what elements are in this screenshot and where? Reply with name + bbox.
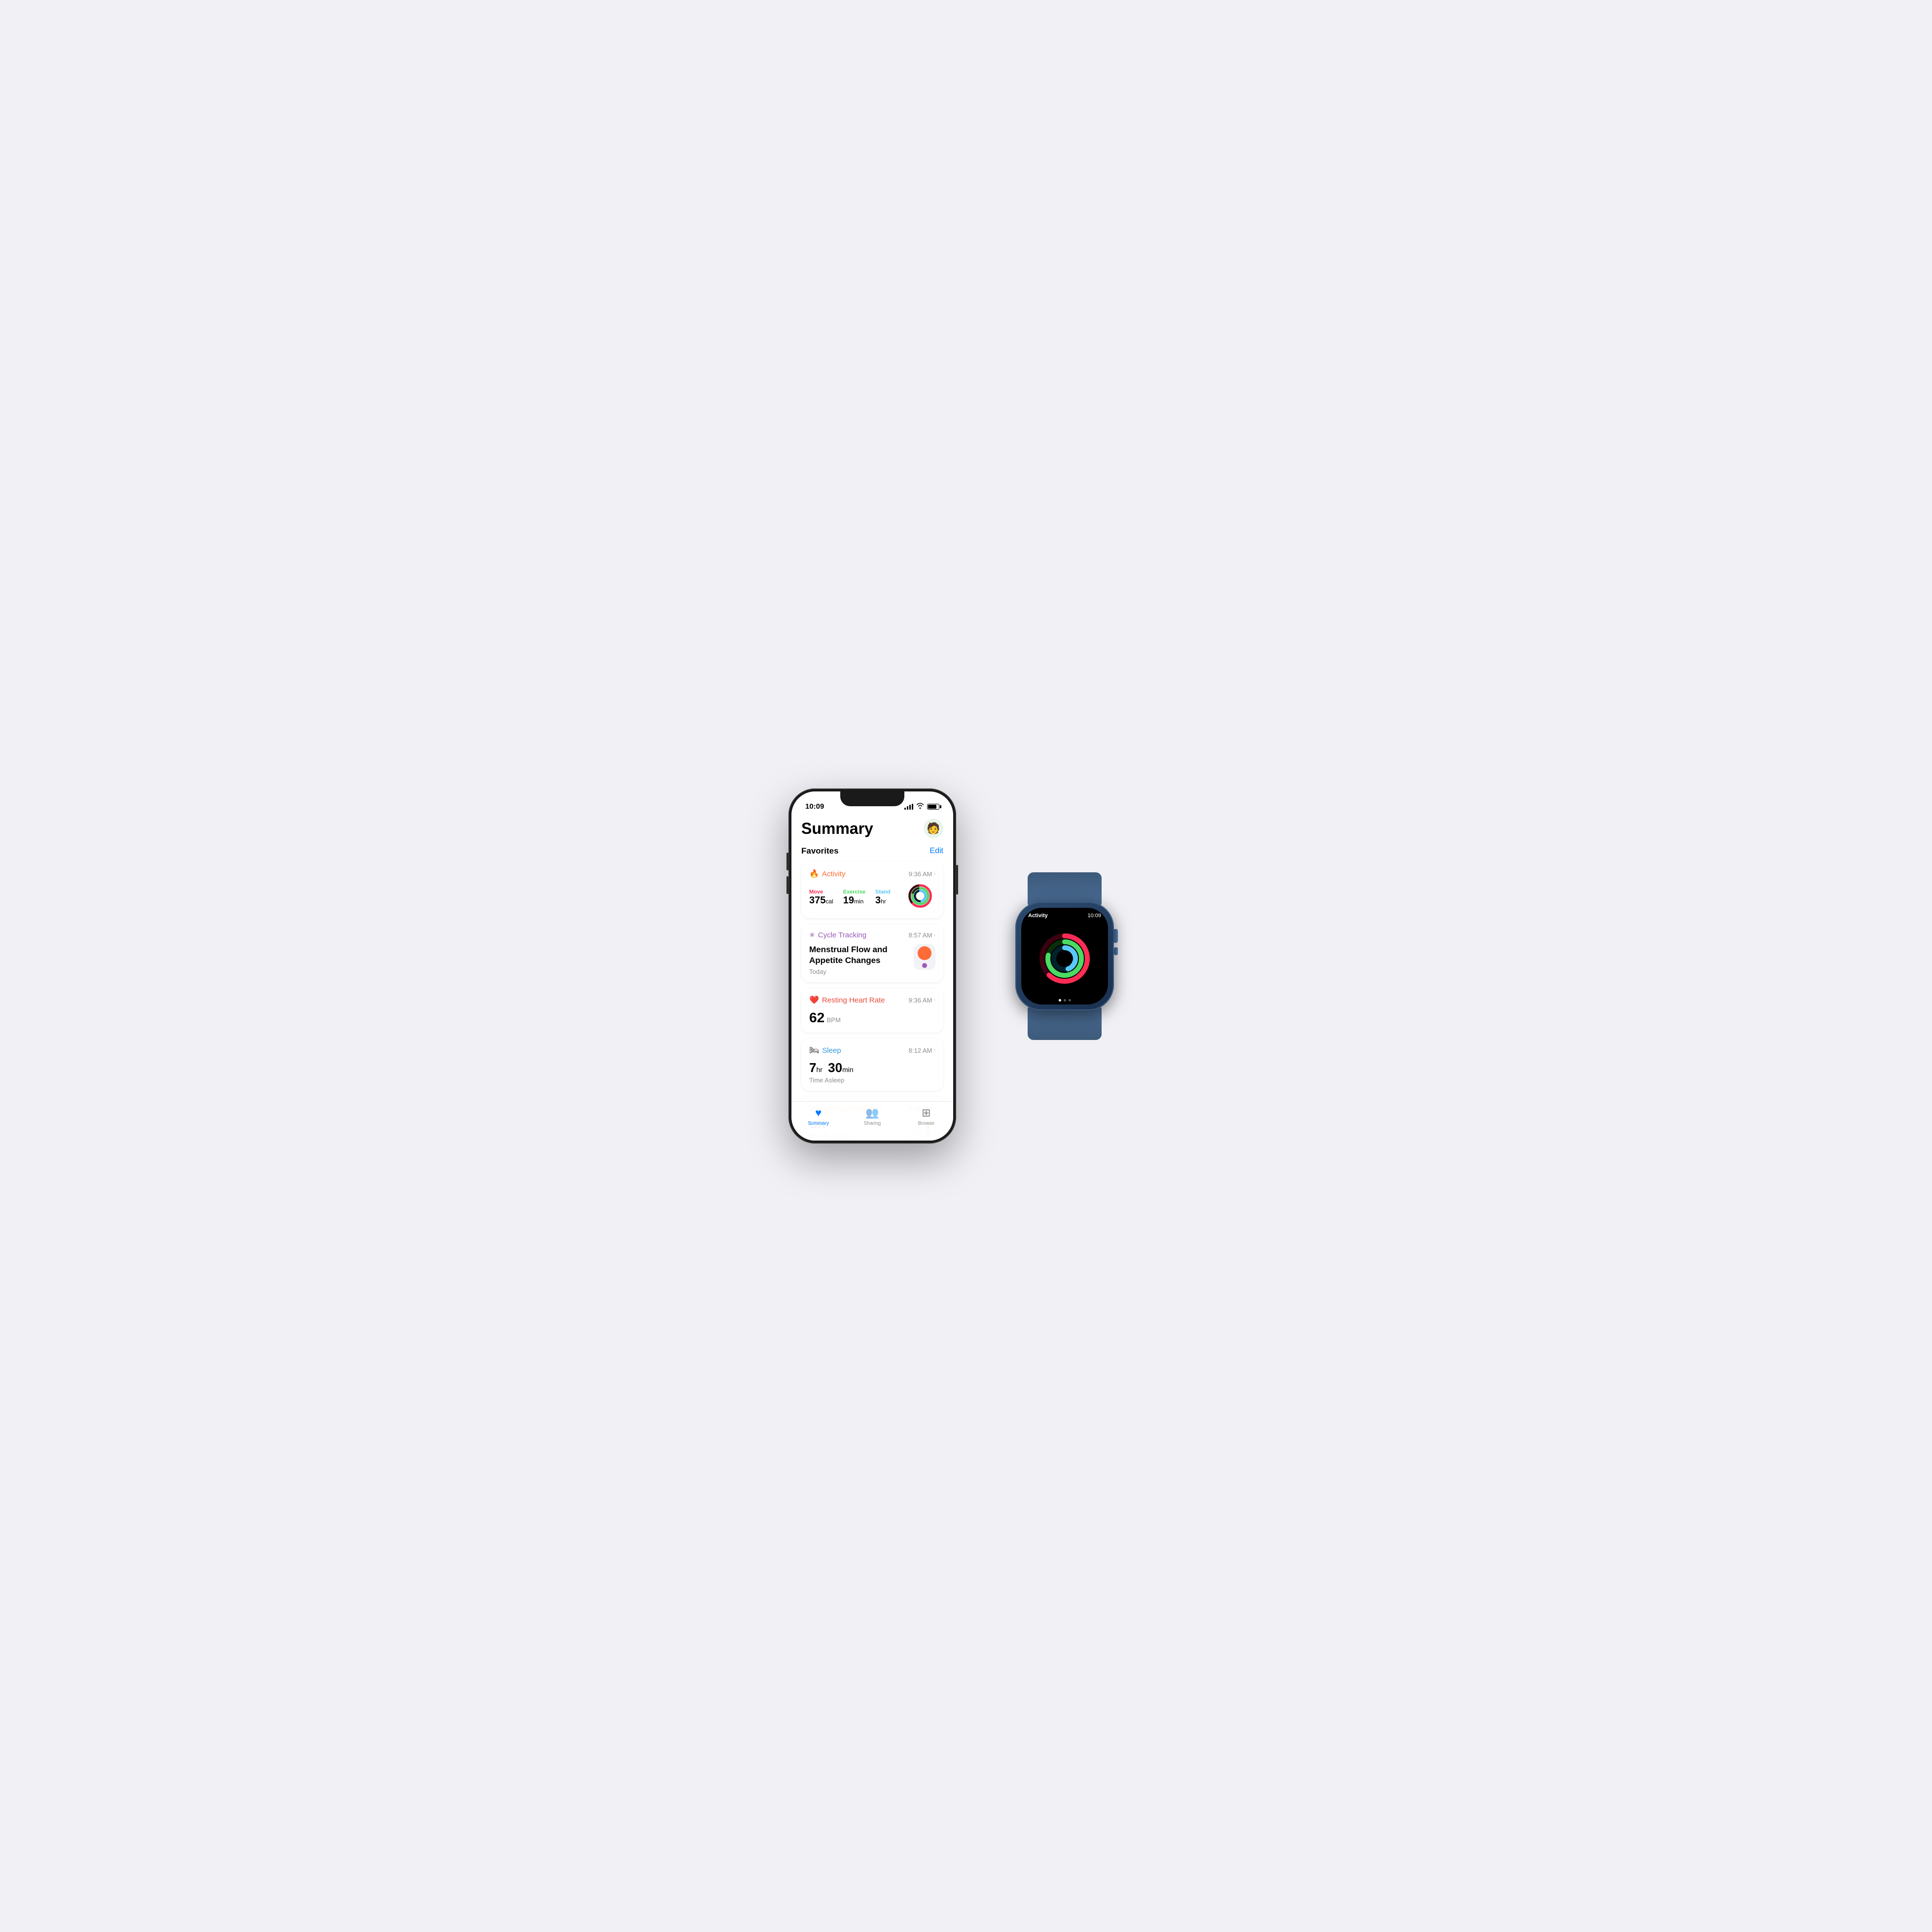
power-button[interactable] (956, 865, 958, 894)
page-title: Summary (801, 820, 873, 838)
stand-stat: Stand 3hr (875, 889, 891, 906)
activity-rings (908, 884, 935, 911)
cycle-main-text: Menstrual Flow and Appetite Changes (809, 944, 914, 966)
heart-time: 9:36 AM › (909, 997, 935, 1004)
sharing-tab-label: Sharing (864, 1121, 881, 1126)
signal-icon (904, 804, 913, 810)
heart-icon: ❤️ (809, 995, 819, 1005)
heart-name: Resting Heart Rate (822, 996, 885, 1004)
exercise-label: Exercise (843, 889, 865, 895)
summary-tab-label: Summary (808, 1121, 829, 1126)
activity-body: Move 375cal Exercise 19min (809, 884, 935, 911)
status-time: 10:09 (805, 802, 824, 811)
digital-crown[interactable] (1113, 929, 1118, 943)
app-header: Summary 🧑 (801, 814, 943, 846)
sleep-value-row: 7hr 30min (809, 1060, 935, 1075)
edit-button[interactable]: Edit (930, 847, 943, 856)
stand-label: Stand (875, 889, 891, 895)
watch-band-bottom (1028, 1005, 1102, 1040)
browse-tab-icon: ⊞ (922, 1107, 930, 1119)
status-icons (904, 803, 939, 810)
cycle-dot-small (922, 963, 927, 968)
heart-value-row: 62 BPM (809, 1010, 935, 1026)
watch-dot-2 (1064, 999, 1066, 1002)
cycle-icon: ✳ (809, 931, 815, 939)
activity-time: 9:36 AM › (909, 870, 935, 878)
move-value: 375cal (809, 895, 833, 906)
sleep-card[interactable]: 🛏 Sleep 8:12 AM › 7hr 30min (801, 1038, 943, 1091)
cycle-card[interactable]: ✳ Cycle Tracking 8:57 AM › Menstrual Flo… (801, 924, 943, 982)
move-stat: Move 375cal (809, 889, 833, 906)
chevron-right-icon: › (933, 932, 935, 938)
sharing-tab-icon: 👥 (865, 1107, 879, 1119)
watch-dot-3 (1069, 999, 1071, 1002)
watch-body: Activity 10:09 (1015, 902, 1114, 1010)
cycle-text: Menstrual Flow and Appetite Changes Toda… (809, 944, 914, 975)
tab-bar: ♥ Summary 👥 Sharing ⊞ Browse (791, 1101, 953, 1141)
exercise-stat: Exercise 19min (843, 889, 865, 906)
apple-watch: Activity 10:09 (986, 872, 1144, 1060)
notch (840, 791, 904, 806)
sleep-card-header: 🛏 Sleep 8:12 AM › (809, 1045, 935, 1055)
watch-app-name: Activity (1028, 913, 1048, 919)
activity-icon: 🔥 (809, 869, 819, 879)
heart-rate-card-header: ❤️ Resting Heart Rate 9:36 AM › (809, 995, 935, 1005)
app-content[interactable]: Summary 🧑 Favorites Edit 🔥 Activity (791, 814, 953, 1141)
stand-value: 3hr (875, 895, 891, 906)
browse-tab-label: Browse (918, 1121, 934, 1126)
exercise-value: 19min (843, 895, 865, 906)
volume-down-button[interactable] (787, 876, 788, 894)
sleep-icon: 🛏 (809, 1045, 819, 1055)
cycle-card-header: ✳ Cycle Tracking 8:57 AM › (809, 931, 935, 939)
chevron-right-icon: › (933, 871, 935, 877)
tab-sharing[interactable]: 👥 Sharing (845, 1107, 899, 1126)
side-button[interactable] (1114, 947, 1118, 955)
tab-summary[interactable]: ♥ Summary (791, 1107, 845, 1126)
heart-rate-value: 62 (809, 1010, 824, 1025)
activity-card-header: 🔥 Activity 9:36 AM › (809, 869, 935, 879)
chevron-right-icon: › (933, 1047, 935, 1053)
sleep-time: 8:12 AM › (909, 1047, 935, 1054)
cycle-time: 8:57 AM › (909, 931, 935, 939)
watch-page-dots (1021, 996, 1108, 1004)
battery-icon (927, 804, 939, 810)
cycle-dot-large (918, 946, 931, 960)
heart-rate-unit: BPM (827, 1016, 841, 1024)
cycle-sub-text: Today (809, 968, 914, 975)
heart-rate-card[interactable]: ❤️ Resting Heart Rate 9:36 AM › 62 BPM (801, 988, 943, 1033)
tab-browse[interactable]: ⊞ Browse (899, 1107, 953, 1126)
volume-up-button[interactable] (787, 853, 788, 870)
watch-time: 10:09 (1087, 913, 1101, 919)
favorites-label: Favorites (801, 846, 839, 856)
watch-device: Activity 10:09 (1005, 872, 1124, 1010)
section-header: Favorites Edit (801, 846, 943, 856)
iphone-screen: 10:09 (791, 791, 953, 1141)
activity-stats: Move 375cal Exercise 19min (809, 889, 891, 906)
sleep-name: Sleep (822, 1046, 841, 1055)
sleep-sub-text: Time Asleep (809, 1076, 935, 1084)
activity-card[interactable]: 🔥 Activity 9:36 AM › Move (801, 862, 943, 918)
avatar[interactable]: 🧑 (924, 819, 943, 838)
sleep-value: 7hr 30min (809, 1060, 854, 1075)
chevron-right-icon: › (933, 997, 935, 1003)
iphone: 10:09 (788, 788, 956, 1144)
watch-dot-1 (1059, 999, 1061, 1002)
cycle-name: Cycle Tracking (818, 931, 866, 939)
watch-rings-area (1021, 921, 1108, 996)
move-label: Move (809, 889, 833, 895)
wifi-icon (916, 803, 924, 810)
scene: 10:09 (759, 759, 1173, 1173)
activity-name: Activity (822, 870, 846, 878)
watch-status-bar: Activity 10:09 (1021, 908, 1108, 921)
summary-tab-icon: ♥ (815, 1107, 822, 1119)
cycle-indicators (914, 944, 935, 970)
watch-screen: Activity 10:09 (1021, 908, 1108, 1004)
cycle-body: Menstrual Flow and Appetite Changes Toda… (809, 944, 935, 975)
